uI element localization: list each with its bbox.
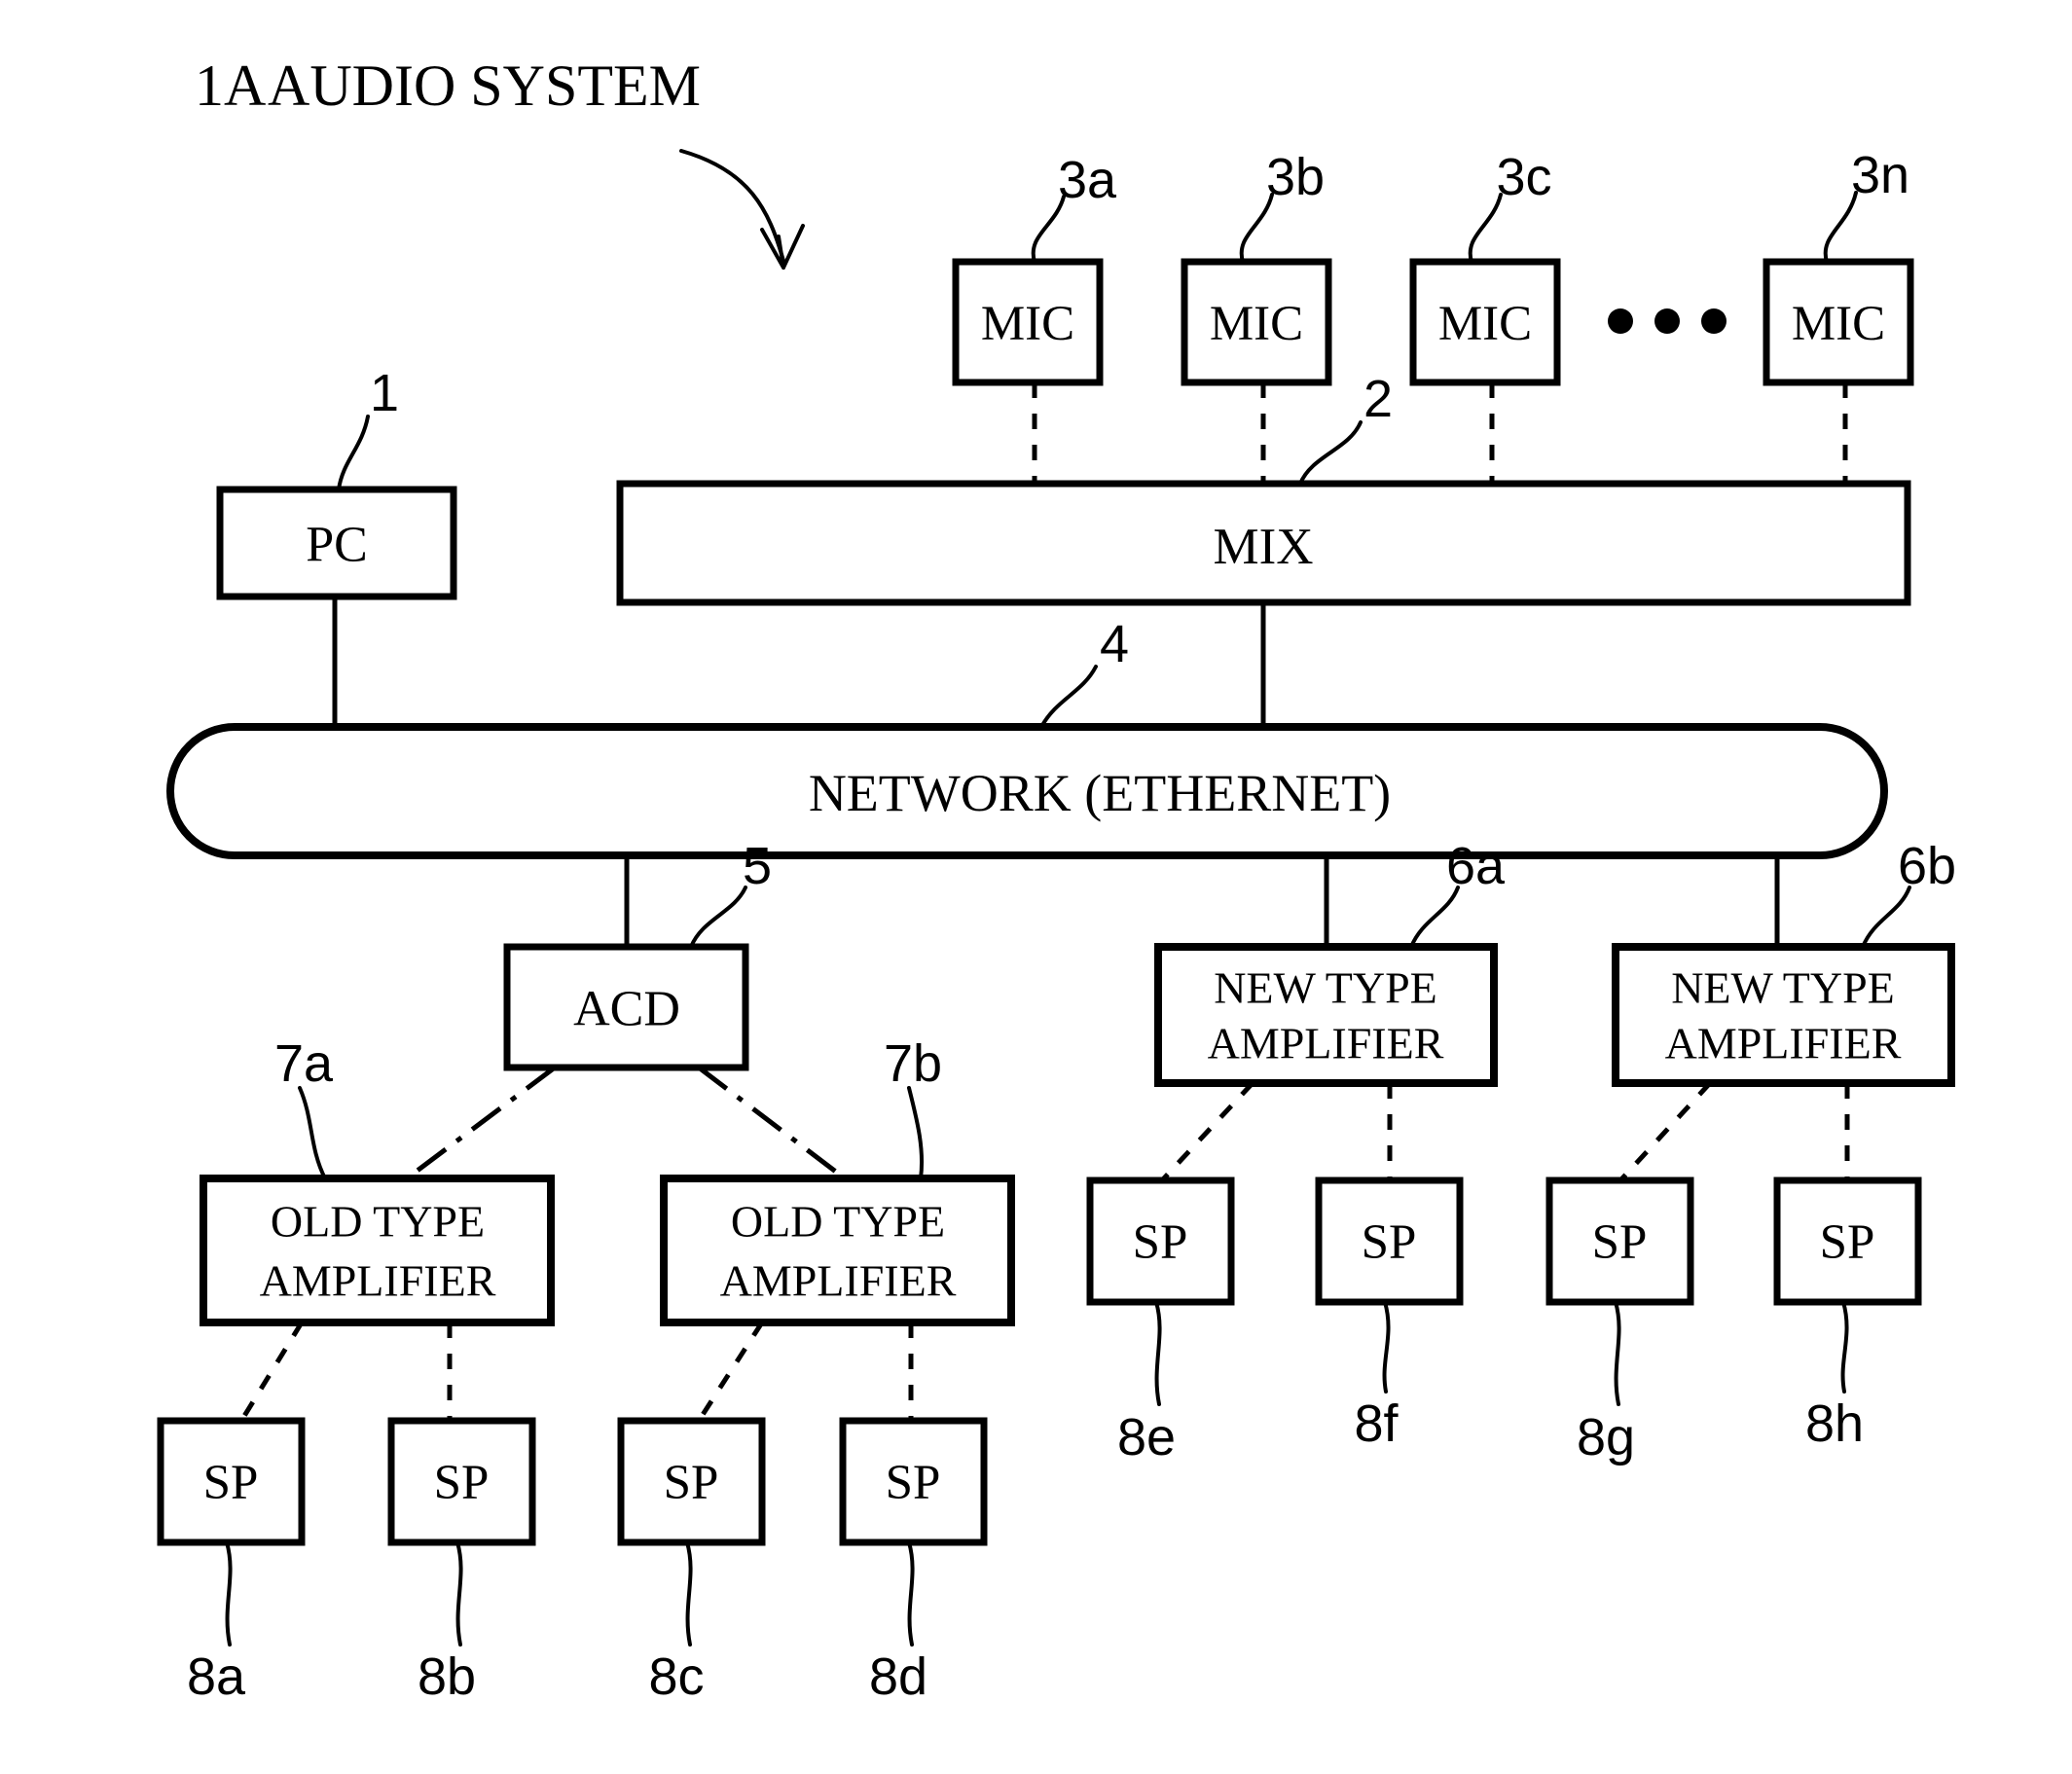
speaker-node-8e[interactable]: SP 8e [1086, 1177, 1235, 1466]
title-arrow-head [760, 224, 805, 270]
new-amplifier-ref-6b: 6b [1898, 837, 1956, 895]
mic-ref-3a: 3a [1058, 151, 1117, 209]
new-amplifier-line1-6b: NEW TYPE [1671, 963, 1895, 1013]
acd-node[interactable]: ACD 5 [503, 837, 772, 1071]
speaker-label-8d: SP [886, 1456, 941, 1510]
speaker-node-8g[interactable]: SP 8g [1545, 1177, 1694, 1466]
acd-leader [689, 886, 747, 949]
mic-node-3b[interactable]: MIC 3b [1181, 148, 1332, 386]
speaker-ref-8e: 8e [1117, 1408, 1176, 1466]
new-amplifier-6b[interactable]: NEW TYPE AMPLIFIER 6b [1612, 837, 1956, 1087]
new-amplifier-line2-6a: AMPLIFIER [1208, 1019, 1444, 1068]
old-amplifier-leader-7b [907, 1086, 925, 1180]
speaker-label-8a: SP [203, 1456, 259, 1510]
patent-figure: 1A AUDIO SYSTEM MIC 3a MIC 3b MIC 3c MIC… [0, 0, 2072, 1774]
mic-ref-3c: 3c [1496, 148, 1551, 206]
mic-ref-3b: 3b [1266, 148, 1325, 206]
mic-ellipsis [1608, 308, 1727, 334]
speaker-leader-8c [685, 1540, 693, 1647]
acd-ref: 5 [743, 837, 772, 895]
speaker-ref-8h: 8h [1805, 1394, 1864, 1453]
speaker-ref-8a: 8a [187, 1647, 246, 1706]
speaker-label-8f: SP [1362, 1215, 1417, 1270]
network-node[interactable]: NETWORK (ETHERNET) 4 [166, 615, 1888, 859]
mic-label-3n: MIC [1792, 297, 1885, 351]
mic-node-3c[interactable]: MIC 3c [1409, 148, 1561, 386]
speaker-node-8b[interactable]: SP 8b [387, 1417, 536, 1706]
old-amplifier-leader-7a [298, 1086, 327, 1180]
link-amp7b-sp8c [696, 1321, 765, 1423]
old-amplifier-ref-7a: 7a [274, 1034, 334, 1093]
new-amplifier-line1-6a: NEW TYPE [1214, 963, 1437, 1013]
pc-leader [337, 415, 370, 491]
old-amplifier-line1-7a: OLD TYPE [271, 1197, 485, 1247]
speaker-leader-8f [1382, 1300, 1391, 1394]
mic-label-3b: MIC [1210, 297, 1303, 351]
pc-node[interactable]: PC 1 [216, 364, 457, 600]
audio-system-diagram: 1A AUDIO SYSTEM MIC 3a MIC 3b MIC 3c MIC… [157, 54, 1956, 1706]
speaker-leader-8a [225, 1540, 233, 1647]
old-amplifier-ref-7b: 7b [884, 1034, 942, 1093]
pc-ref: 1 [370, 364, 399, 422]
speaker-leader-8b [455, 1540, 463, 1647]
pc-label: PC [306, 518, 368, 573]
mic-node-3a[interactable]: MIC 3a [952, 151, 1117, 386]
speaker-node-8f[interactable]: SP 8f [1315, 1177, 1464, 1453]
mix-ref: 2 [1363, 370, 1393, 428]
speaker-ref-8b: 8b [418, 1647, 476, 1706]
speaker-label-8e: SP [1133, 1215, 1188, 1270]
speaker-node-8h[interactable]: SP 8h [1773, 1177, 1922, 1453]
mix-label: MIX [1213, 519, 1313, 575]
network-label: NETWORK (ETHERNET) [809, 764, 1391, 822]
mic-ref-3n: 3n [1851, 146, 1909, 204]
mic-label-3a: MIC [981, 297, 1074, 351]
speaker-leader-8d [907, 1540, 915, 1647]
link-amp6a-sp8e [1160, 1081, 1254, 1182]
new-amplifier-line2-6b: AMPLIFIER [1665, 1019, 1902, 1068]
network-ref: 4 [1100, 615, 1129, 673]
network-leader [1039, 665, 1098, 729]
speaker-ref-8d: 8d [869, 1647, 927, 1706]
speaker-label-8b: SP [434, 1456, 490, 1510]
mix-leader [1298, 420, 1363, 486]
old-amplifier-line2-7a: AMPLIFIER [260, 1256, 496, 1306]
new-amplifier-leader-6a [1409, 886, 1460, 949]
mic-node-3n[interactable]: MIC 3n [1763, 146, 1914, 386]
speaker-leader-8g [1614, 1300, 1621, 1406]
old-amplifier-line2-7b: AMPLIFIER [720, 1256, 957, 1306]
figure-title-text: AUDIO SYSTEM [268, 54, 701, 118]
speaker-node-8c[interactable]: SP 8c [617, 1417, 766, 1706]
mic-label-3c: MIC [1438, 297, 1532, 351]
link-acd-amp7a [405, 1066, 557, 1180]
speaker-label-8c: SP [664, 1456, 719, 1510]
new-amplifier-leader-6b [1861, 886, 1911, 949]
speaker-node-8a[interactable]: SP 8a [157, 1417, 306, 1706]
link-amp7a-sp8a [238, 1321, 305, 1423]
speaker-ref-8c: 8c [648, 1647, 704, 1706]
figure-title-ref: 1A [195, 54, 266, 118]
speaker-node-8d[interactable]: SP 8d [839, 1417, 988, 1706]
old-amplifier-7a[interactable]: OLD TYPE AMPLIFIER 7a [200, 1034, 555, 1326]
acd-label: ACD [573, 982, 680, 1037]
speaker-leader-8e [1154, 1300, 1162, 1406]
speaker-ref-8g: 8g [1577, 1408, 1635, 1466]
speaker-label-8g: SP [1592, 1215, 1648, 1270]
link-amp6b-sp8g [1618, 1081, 1712, 1182]
speaker-ref-8f: 8f [1354, 1394, 1399, 1453]
new-amplifier-ref-6a: 6a [1446, 837, 1506, 895]
link-acd-amp7b [697, 1066, 847, 1180]
mix-node[interactable]: MIX 2 [616, 370, 1911, 606]
speaker-label-8h: SP [1820, 1215, 1875, 1270]
new-amplifier-6a[interactable]: NEW TYPE AMPLIFIER 6a [1154, 837, 1506, 1087]
old-amplifier-line1-7b: OLD TYPE [731, 1197, 945, 1247]
speaker-leader-8h [1840, 1300, 1849, 1394]
